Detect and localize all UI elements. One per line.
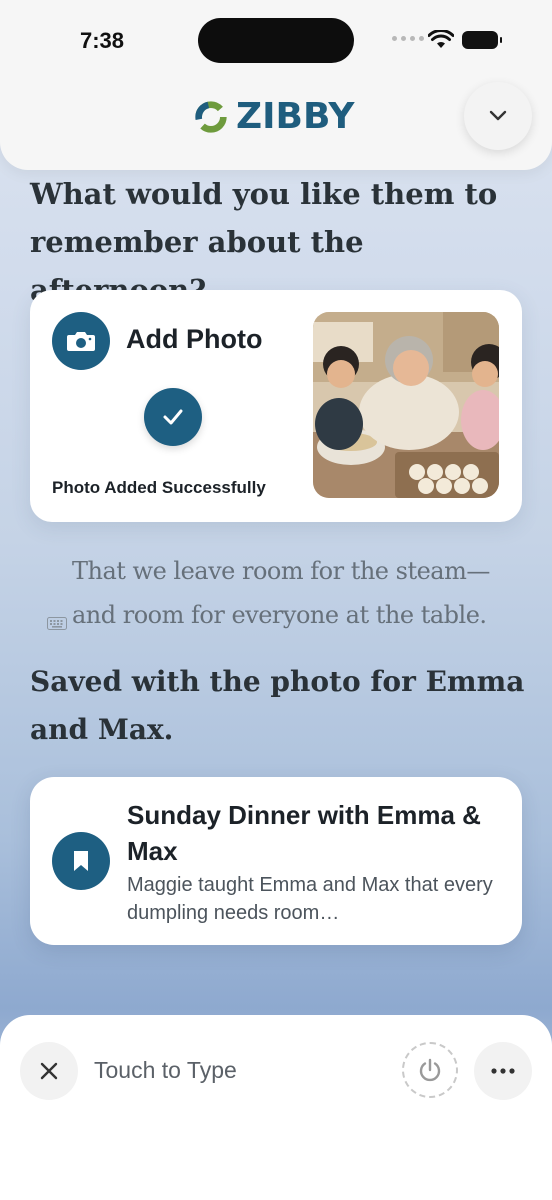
memory-description: Maggie taught Emma and Max that every du…: [127, 874, 493, 924]
success-indicator: [144, 388, 202, 446]
memory-card[interactable]: Sunday Dinner with Emma & Max Maggie tau…: [30, 777, 522, 945]
add-photo-button[interactable]: [52, 312, 110, 370]
close-icon: [40, 1062, 58, 1080]
saved-confirmation: Saved with the photo for Emma and Max.: [30, 665, 525, 746]
story-transcript: That we leave room for the steam— and ro…: [72, 549, 542, 637]
status-time: 7:38: [80, 28, 125, 53]
photo-status: Photo Added Successfully: [52, 478, 266, 497]
story-line-1: That we leave room for the steam—: [72, 557, 490, 585]
brand-logo: ZIBBY: [192, 96, 354, 137]
bookmark-badge: [52, 832, 110, 890]
story-line-2: and room for everyone at the table.: [72, 601, 487, 629]
memory-title: Sunday Dinner with Emma & Max: [127, 800, 481, 866]
brand-name: ZIBBY: [236, 96, 355, 137]
camera-icon: [67, 332, 95, 351]
dynamic-island: [198, 18, 354, 63]
keyboard-icon[interactable]: [47, 617, 67, 630]
touch-to-type-input[interactable]: Touch to Type: [94, 1057, 237, 1084]
cellular-signal-icon: [392, 36, 424, 41]
more-options-button[interactable]: [474, 1042, 532, 1100]
more-icon: [491, 1068, 515, 1074]
add-photo-label: Add Photo: [126, 324, 263, 354]
app-header: 7:38 ZIBBY: [0, 0, 552, 170]
power-button[interactable]: [402, 1042, 458, 1098]
photo-card[interactable]: Add Photo Photo Added Successfully: [30, 290, 522, 522]
battery-icon: [462, 31, 502, 49]
wifi-icon: [428, 30, 454, 48]
input-bar: Touch to Type: [0, 1015, 552, 1200]
logo-mark-icon: [195, 100, 227, 133]
uploaded-photo[interactable]: [313, 312, 499, 498]
chevron-down-icon: [489, 110, 507, 121]
check-icon: [163, 409, 183, 425]
bookmark-icon: [74, 851, 88, 871]
power-icon: [419, 1058, 441, 1082]
close-button[interactable]: [20, 1042, 78, 1100]
collapse-button[interactable]: [464, 82, 532, 150]
